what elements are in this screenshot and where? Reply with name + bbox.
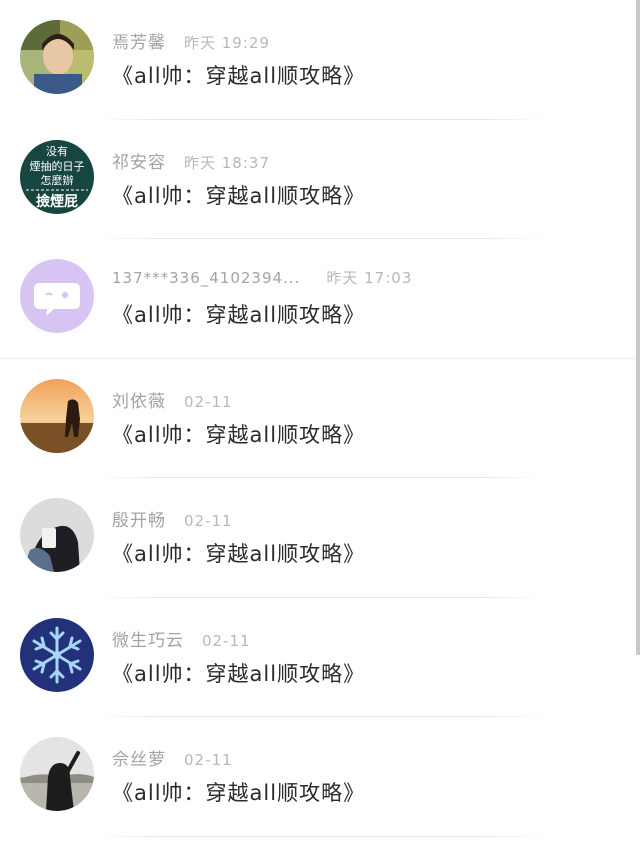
user-name[interactable]: 137***336_4102394... (112, 269, 300, 287)
scrollbar[interactable] (636, 0, 640, 655)
list-item[interactable]: 殷开畅 02-11 《all帅：穿越all顺攻略》 (0, 478, 636, 598)
photo-avatar-icon[interactable] (20, 20, 94, 94)
text-avatar-icon[interactable]: 没有 煙抽的日子 怎麼辦 撿煙屁 (20, 139, 94, 214)
item-meta: 佘丝萝 02-11 (112, 745, 233, 770)
list-item[interactable]: 佘丝萝 02-11 《all帅：穿越all顺攻略》 (0, 717, 636, 837)
list-item[interactable]: 137***336_4102394... 昨天 17:03 《all帅：穿越all… (0, 239, 636, 359)
snowflake-icon[interactable] (20, 617, 94, 692)
timestamp: 昨天 19:29 (184, 34, 270, 52)
user-name[interactable]: 刘依薇 (112, 387, 166, 412)
avatar-text-line: 怎麼辦 (41, 173, 74, 187)
selfie-photo-icon[interactable] (20, 498, 94, 572)
item-meta: 祁安容 昨天 18:37 (112, 148, 270, 173)
user-name[interactable]: 微生巧云 (112, 626, 184, 651)
item-meta: 殷开畅 02-11 (112, 506, 233, 531)
divider (96, 835, 546, 837)
timestamp: 昨天 18:37 (184, 153, 270, 172)
message-text[interactable]: 《all帅：穿越all顺攻略》 (112, 180, 365, 210)
list-item[interactable]: 微生巧云 02-11 《all帅：穿越all顺攻略》 (0, 598, 636, 717)
user-name[interactable]: 佘丝萝 (112, 745, 166, 770)
item-meta: 焉芳馨 昨天 19:29 (112, 28, 270, 53)
message-text[interactable]: 《all帅：穿越all顺攻略》 (112, 419, 365, 449)
message-text[interactable]: 《all帅：穿越all顺攻略》 (112, 777, 365, 807)
user-name[interactable]: 焉芳馨 (112, 28, 166, 53)
item-meta: 微生巧云 02-11 (112, 626, 251, 651)
comment-list: 焉芳馨 昨天 19:29 《all帅：穿越all顺攻略》 没有 煙抽的日子 怎麼辦… (0, 0, 636, 837)
timestamp: 昨天 17:03 (326, 269, 413, 287)
avatar-text-line: 撿煙屁 (36, 193, 78, 210)
avatar-text-line: 煙抽的日子 (30, 159, 85, 173)
timestamp: 02-11 (184, 512, 233, 530)
user-name[interactable]: 祁安容 (112, 148, 166, 173)
chat-bubble-icon[interactable] (20, 259, 94, 333)
timestamp: 02-11 (202, 631, 251, 650)
sunset-photo-icon[interactable] (20, 378, 94, 453)
comment-list-screen: 焉芳馨 昨天 19:29 《all帅：穿越all顺攻略》 没有 煙抽的日子 怎麼辦… (0, 0, 640, 853)
message-text[interactable]: 《all帅：穿越all顺攻略》 (112, 60, 365, 90)
message-text[interactable]: 《all帅：穿越all顺攻略》 (112, 658, 365, 688)
list-item[interactable]: 没有 煙抽的日子 怎麼辦 撿煙屁 祁安容 昨天 18:37 《all帅：穿越all… (0, 120, 636, 239)
girl-photo-icon[interactable] (20, 737, 94, 811)
avatar-text-line: 没有 (46, 144, 68, 158)
list-item[interactable]: 刘依薇 02-11 《all帅：穿越all顺攻略》 (0, 359, 636, 478)
user-name[interactable]: 殷开畅 (112, 506, 166, 531)
item-meta: 137***336_4102394... 昨天 17:03 (112, 267, 412, 288)
list-item[interactable]: 焉芳馨 昨天 19:29 《all帅：穿越all顺攻略》 (0, 0, 636, 120)
item-meta: 刘依薇 02-11 (112, 387, 233, 412)
timestamp: 02-11 (184, 751, 233, 769)
timestamp: 02-11 (184, 392, 233, 411)
message-text[interactable]: 《all帅：穿越all顺攻略》 (112, 299, 365, 329)
message-text[interactable]: 《all帅：穿越all顺攻略》 (112, 538, 365, 568)
